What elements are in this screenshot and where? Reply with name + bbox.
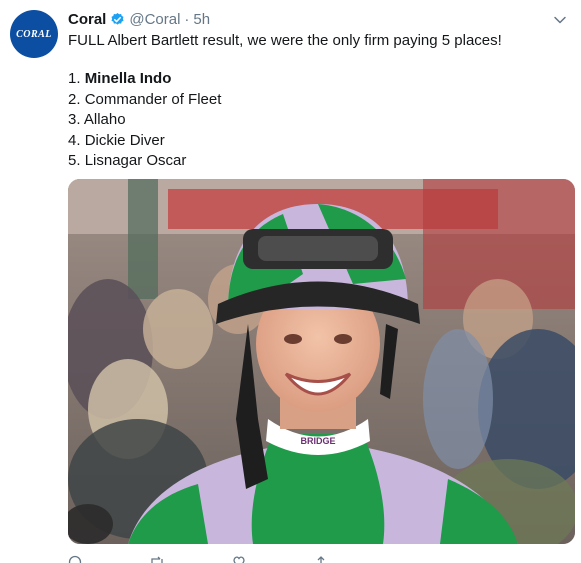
result-item: 5. Lisnagar Oscar xyxy=(68,151,221,172)
avatar-logo: CORAL xyxy=(16,28,52,40)
collar-brand: BRIDGE xyxy=(300,436,335,446)
tweet-time[interactable]: 5h xyxy=(193,11,210,28)
result-position: 2. xyxy=(68,90,81,108)
separator-dot: · xyxy=(184,10,190,28)
result-position: 3. xyxy=(68,111,81,128)
result-horse-name: Minella Indo xyxy=(84,70,172,87)
result-horse-name: Allaho xyxy=(83,111,126,128)
result-horse-name: Lisnagar Oscar xyxy=(84,152,187,169)
tweet-actions xyxy=(68,555,488,563)
result-position: 5. xyxy=(68,152,81,169)
account-name[interactable]: Coral xyxy=(68,11,106,28)
result-position: 1. xyxy=(68,70,81,87)
tweet-photo[interactable]: BRIDGE xyxy=(68,179,575,544)
tweet-header: Coral @Coral · 5h xyxy=(68,9,210,29)
avatar[interactable]: CORAL xyxy=(10,10,58,58)
like-icon[interactable] xyxy=(232,555,246,563)
retweet-icon[interactable] xyxy=(150,555,164,563)
result-item: 2. Commander of Fleet xyxy=(68,90,221,111)
tweet-text: FULL Albert Bartlett result, we were the… xyxy=(68,32,502,49)
result-position: 4. xyxy=(68,131,81,149)
share-icon[interactable] xyxy=(314,555,328,563)
chevron-down-icon[interactable] xyxy=(553,13,567,27)
result-item: 4. Dickie Diver xyxy=(68,131,221,152)
tweet-card[interactable]: CORAL Coral @Coral · 5h FULL Albert Bart… xyxy=(0,0,581,563)
result-horse-name: Dickie Diver xyxy=(84,131,165,149)
reply-icon[interactable] xyxy=(68,555,82,563)
jockey-photo: BRIDGE xyxy=(68,179,575,544)
result-item: 1. Minella Indo xyxy=(68,69,221,90)
result-item: 3. Allaho xyxy=(68,110,221,131)
result-horse-name: Commander of Fleet xyxy=(84,90,222,108)
results-list: 1. Minella Indo 2. Commander of Fleet 3. A… xyxy=(68,69,221,172)
account-handle[interactable]: @Coral xyxy=(129,11,180,28)
verified-badge-icon xyxy=(111,12,124,25)
